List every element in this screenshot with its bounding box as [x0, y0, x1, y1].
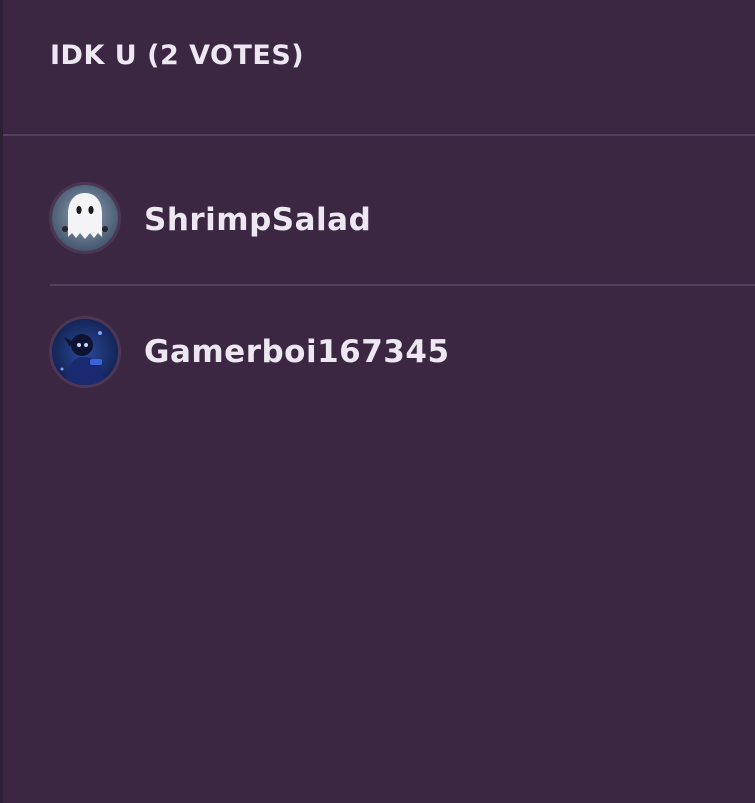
ghost-avatar-icon[interactable]: [49, 182, 121, 254]
panel-header: IDK U (2 VOTES): [0, 0, 755, 134]
voter-row-shrimpsalad[interactable]: ShrimpSalad: [0, 136, 755, 270]
voter-name[interactable]: Gamerboi167345: [144, 334, 450, 370]
voter-row-gamerboi167345[interactable]: Gamerboi167345: [0, 270, 755, 404]
character-avatar-icon[interactable]: [49, 316, 121, 388]
voter-list: ShrimpSalad Gamerboi167345: [0, 136, 755, 404]
voters-panel: IDK U (2 VOTES) ShrimpSalad Gamerboi1673…: [0, 0, 755, 803]
option-title: IDK U (2 VOTES): [50, 40, 305, 71]
voter-name[interactable]: ShrimpSalad: [144, 202, 371, 238]
